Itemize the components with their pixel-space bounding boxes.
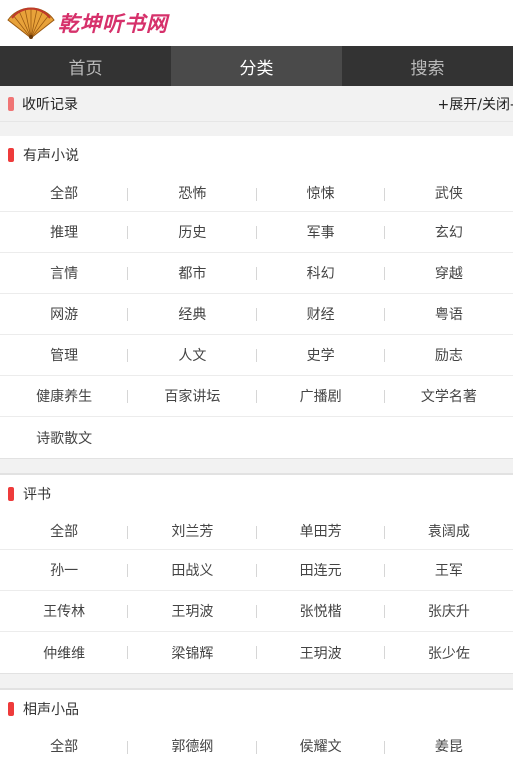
category-link[interactable]: 袁阔成: [384, 512, 513, 550]
logo-bar[interactable]: 乾坤听书网: [0, 0, 513, 46]
category-link[interactable]: 都市: [128, 253, 257, 294]
category-link[interactable]: 郭德纲: [128, 727, 257, 761]
category-sections: 有声小说 全部 恐怖 惊悚 武侠 推理 历史 军事 玄幻 言情 都市 科幻 穿越 网游 经典 财经 粤语 管理 人文…: [0, 136, 513, 761]
section-header: 有声小说: [0, 136, 513, 174]
category-link[interactable]: 穿越: [384, 253, 513, 294]
history-title: 收听记录: [22, 96, 78, 113]
category-link[interactable]: 文学名著: [384, 376, 513, 417]
category-link[interactable]: 田连元: [256, 550, 386, 591]
category-link[interactable]: 粤语: [384, 294, 513, 335]
category-link[interactable]: 财经: [256, 294, 386, 335]
listening-history-bar: 收听记录 +展开/关闭-: [0, 86, 513, 122]
category-section: 评书 全部 刘兰芳 单田芳 袁阔成 孙一 田战义 田连元 王军 王传林 王玥波 张悦楷 张庆升 仲维维 梁锦…: [0, 474, 513, 673]
category-link[interactable]: 健康养生: [0, 376, 129, 417]
category-link[interactable]: 田战义: [128, 550, 257, 591]
site-logo-text: 乾坤听书网: [58, 11, 168, 36]
tab-home[interactable]: 首页: [0, 46, 171, 86]
category-link[interactable]: 网游: [0, 294, 129, 335]
category-grid: 全部 刘兰芳 单田芳 袁阔成 孙一 田战义 田连元 王军 王传林 王玥波 张悦楷 张庆升 仲维维 梁锦辉王…: [0, 512, 513, 673]
section-title: 评书: [23, 486, 51, 503]
category-link[interactable]: 王军: [384, 550, 513, 591]
history-toggle-button[interactable]: +展开/关闭-: [438, 94, 513, 114]
tab-home-label: 首页: [68, 58, 103, 79]
category-link[interactable]: 科幻: [256, 253, 386, 294]
main-nav: 首页 分类 搜索: [0, 46, 513, 86]
category-link[interactable]: 百家讲坛: [128, 376, 257, 417]
tab-search-label: 搜索: [410, 58, 445, 79]
tab-search[interactable]: 搜索: [342, 46, 513, 86]
section-divider: [0, 673, 513, 689]
category-link[interactable]: 历史: [128, 212, 257, 253]
category-grid: 全部 恐怖 惊悚 武侠推理 历史 军事 玄幻言情 都市 科幻 穿越网游 经典 财经 粤语管理 人文 史学 励志…: [0, 174, 513, 458]
section-title: 有声小说: [23, 148, 79, 164]
category-link[interactable]: 张悦楷: [256, 591, 386, 632]
category-link[interactable]: 恐怖: [128, 174, 257, 212]
category-link[interactable]: 推理: [0, 212, 129, 253]
category-link[interactable]: 广播剧: [256, 376, 386, 417]
category-link[interactable]: 梁锦辉: [128, 632, 257, 673]
category-link[interactable]: 全部: [0, 174, 129, 212]
category-link[interactable]: 张庆升: [384, 591, 513, 632]
category-link[interactable]: 诗歌散文: [0, 417, 128, 458]
section-divider: [0, 458, 513, 474]
category-link[interactable]: 玄幻: [384, 212, 513, 253]
section-marker: [8, 701, 14, 716]
category-link[interactable]: 单田芳: [256, 512, 386, 550]
category-link[interactable]: 经典: [128, 294, 257, 335]
category-link[interactable]: 王传林: [0, 591, 129, 632]
category-link[interactable]: 全部: [0, 727, 129, 761]
category-link[interactable]: 武侠: [384, 174, 513, 212]
category-link[interactable]: 张少佐: [385, 632, 513, 673]
category-link[interactable]: 管理: [0, 335, 129, 376]
section-marker: [8, 148, 14, 162]
section-header: 评书: [0, 474, 513, 512]
spacer: [0, 122, 513, 136]
history-marker: [8, 96, 14, 111]
category-link[interactable]: 惊悚: [256, 174, 386, 212]
category-link[interactable]: 励志: [384, 335, 513, 376]
tab-category-label: 分类: [239, 58, 274, 79]
category-section: 相声小品全部 郭德纲 侯耀文 姜昆: [0, 689, 513, 761]
category-link[interactable]: 王玥波: [128, 591, 257, 632]
fan-logo-icon: [7, 7, 55, 39]
category-link[interactable]: 王玥波: [257, 632, 386, 673]
category-link[interactable]: 史学: [256, 335, 386, 376]
category-link[interactable]: 全部: [0, 512, 129, 550]
section-marker: [8, 486, 14, 501]
category-link[interactable]: 仲维维: [0, 632, 129, 673]
category-link[interactable]: 姜昆: [385, 727, 513, 761]
tab-category[interactable]: 分类: [171, 46, 342, 86]
category-link[interactable]: 侯耀文: [257, 727, 386, 761]
category-grid: 全部 郭德纲 侯耀文 姜昆: [0, 727, 513, 761]
category-link[interactable]: 孙一: [0, 550, 129, 591]
category-section: 有声小说全部 恐怖 惊悚 武侠推理 历史 军事 玄幻言情 都市 科幻 穿越网游 经典 财经 粤语管理 人文…: [0, 136, 513, 458]
section-header: 相声小品: [0, 689, 513, 727]
category-link[interactable]: 军事: [256, 212, 386, 253]
category-link[interactable]: 刘兰芳: [128, 512, 257, 550]
section-title: 相声小品: [23, 701, 79, 718]
category-link[interactable]: 人文: [128, 335, 257, 376]
category-link[interactable]: 言情: [0, 253, 129, 294]
